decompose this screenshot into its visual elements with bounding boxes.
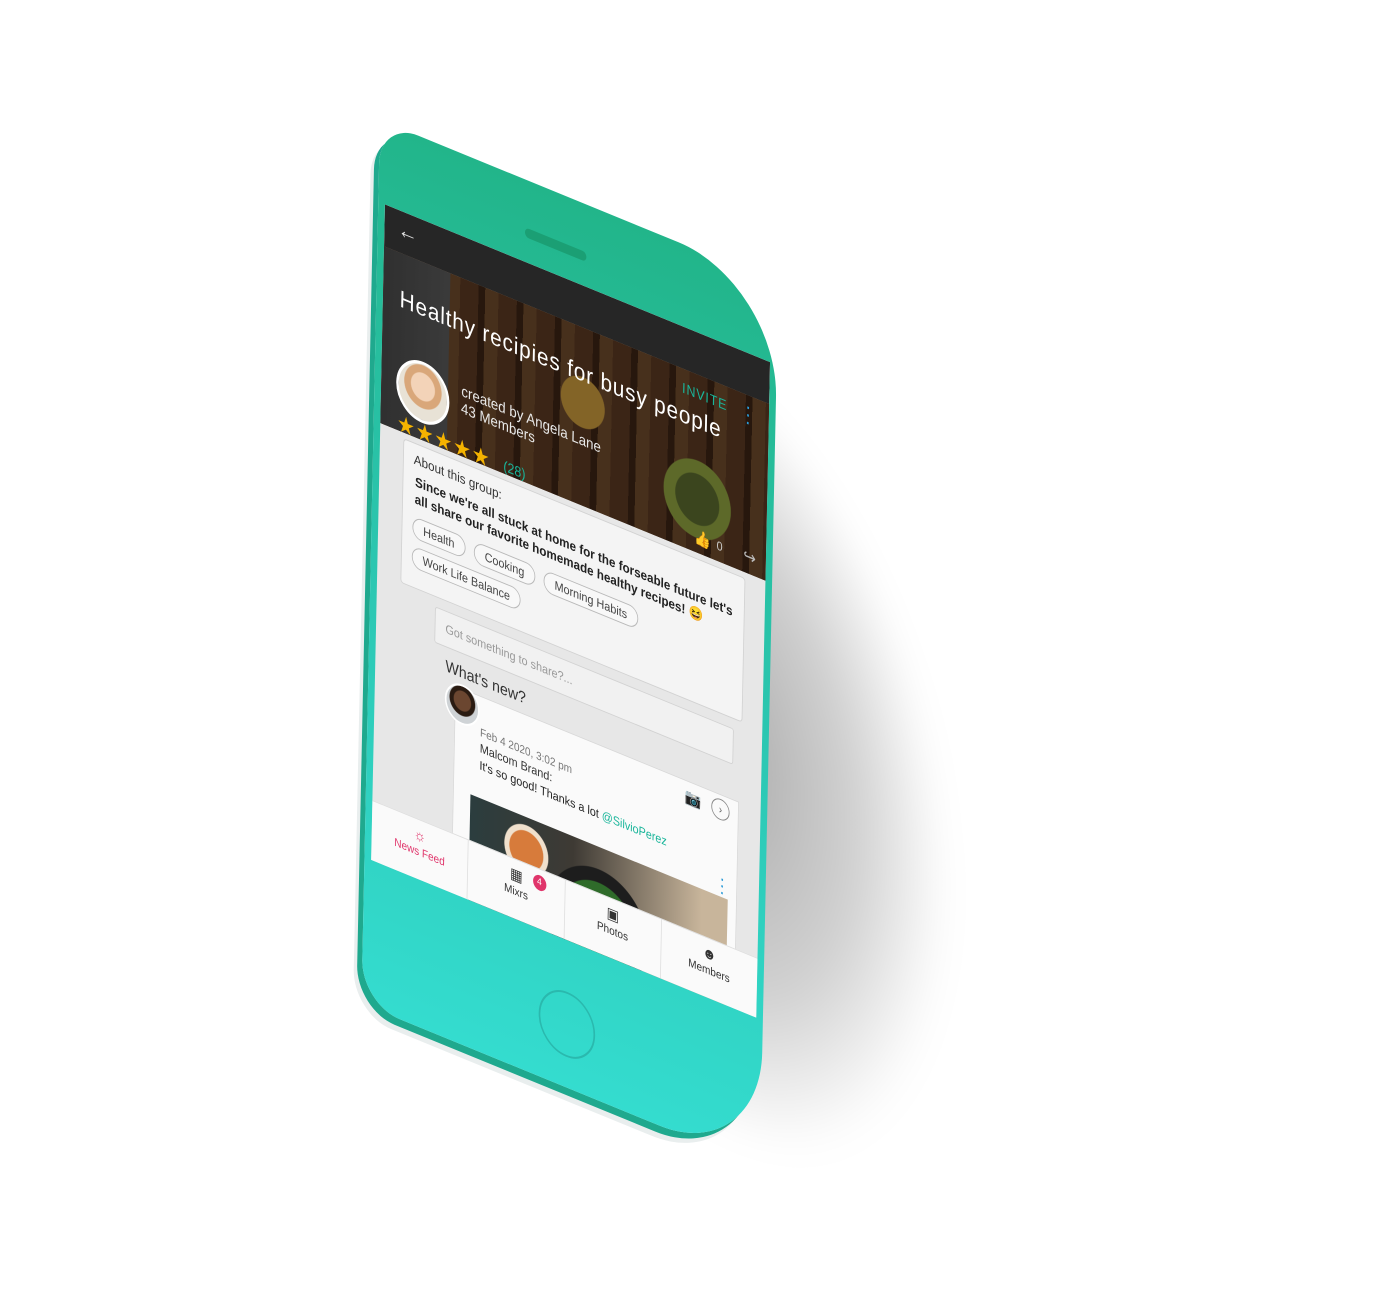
camera-icon[interactable]: 📷 [685,786,702,812]
mention-link[interactable]: @SilvioPerez [602,808,667,849]
phone-mockup: ← INVITE · · · Healthy recipies for busy p… [361,120,779,1167]
send-arrow-icon[interactable]: › [711,795,730,824]
app-screen: ← INVITE · · · Healthy recipies for busy p… [371,204,771,1018]
share-icon[interactable]: ↪ [743,545,756,570]
phone-body: ← INVITE · · · Healthy recipies for busy p… [361,120,779,1167]
arrow-left-icon[interactable]: ← [398,216,418,251]
home-button[interactable] [538,980,596,1069]
phone-speaker [524,227,587,262]
thumbs-up-icon[interactable]: 👍 [694,527,711,553]
like-count: 0 [716,537,723,555]
kebab-vertical-icon[interactable]: · · · [744,393,753,434]
post-kebab-icon[interactable]: · · · [718,868,727,904]
laughing-emoji-icon: 😆 [688,602,704,625]
